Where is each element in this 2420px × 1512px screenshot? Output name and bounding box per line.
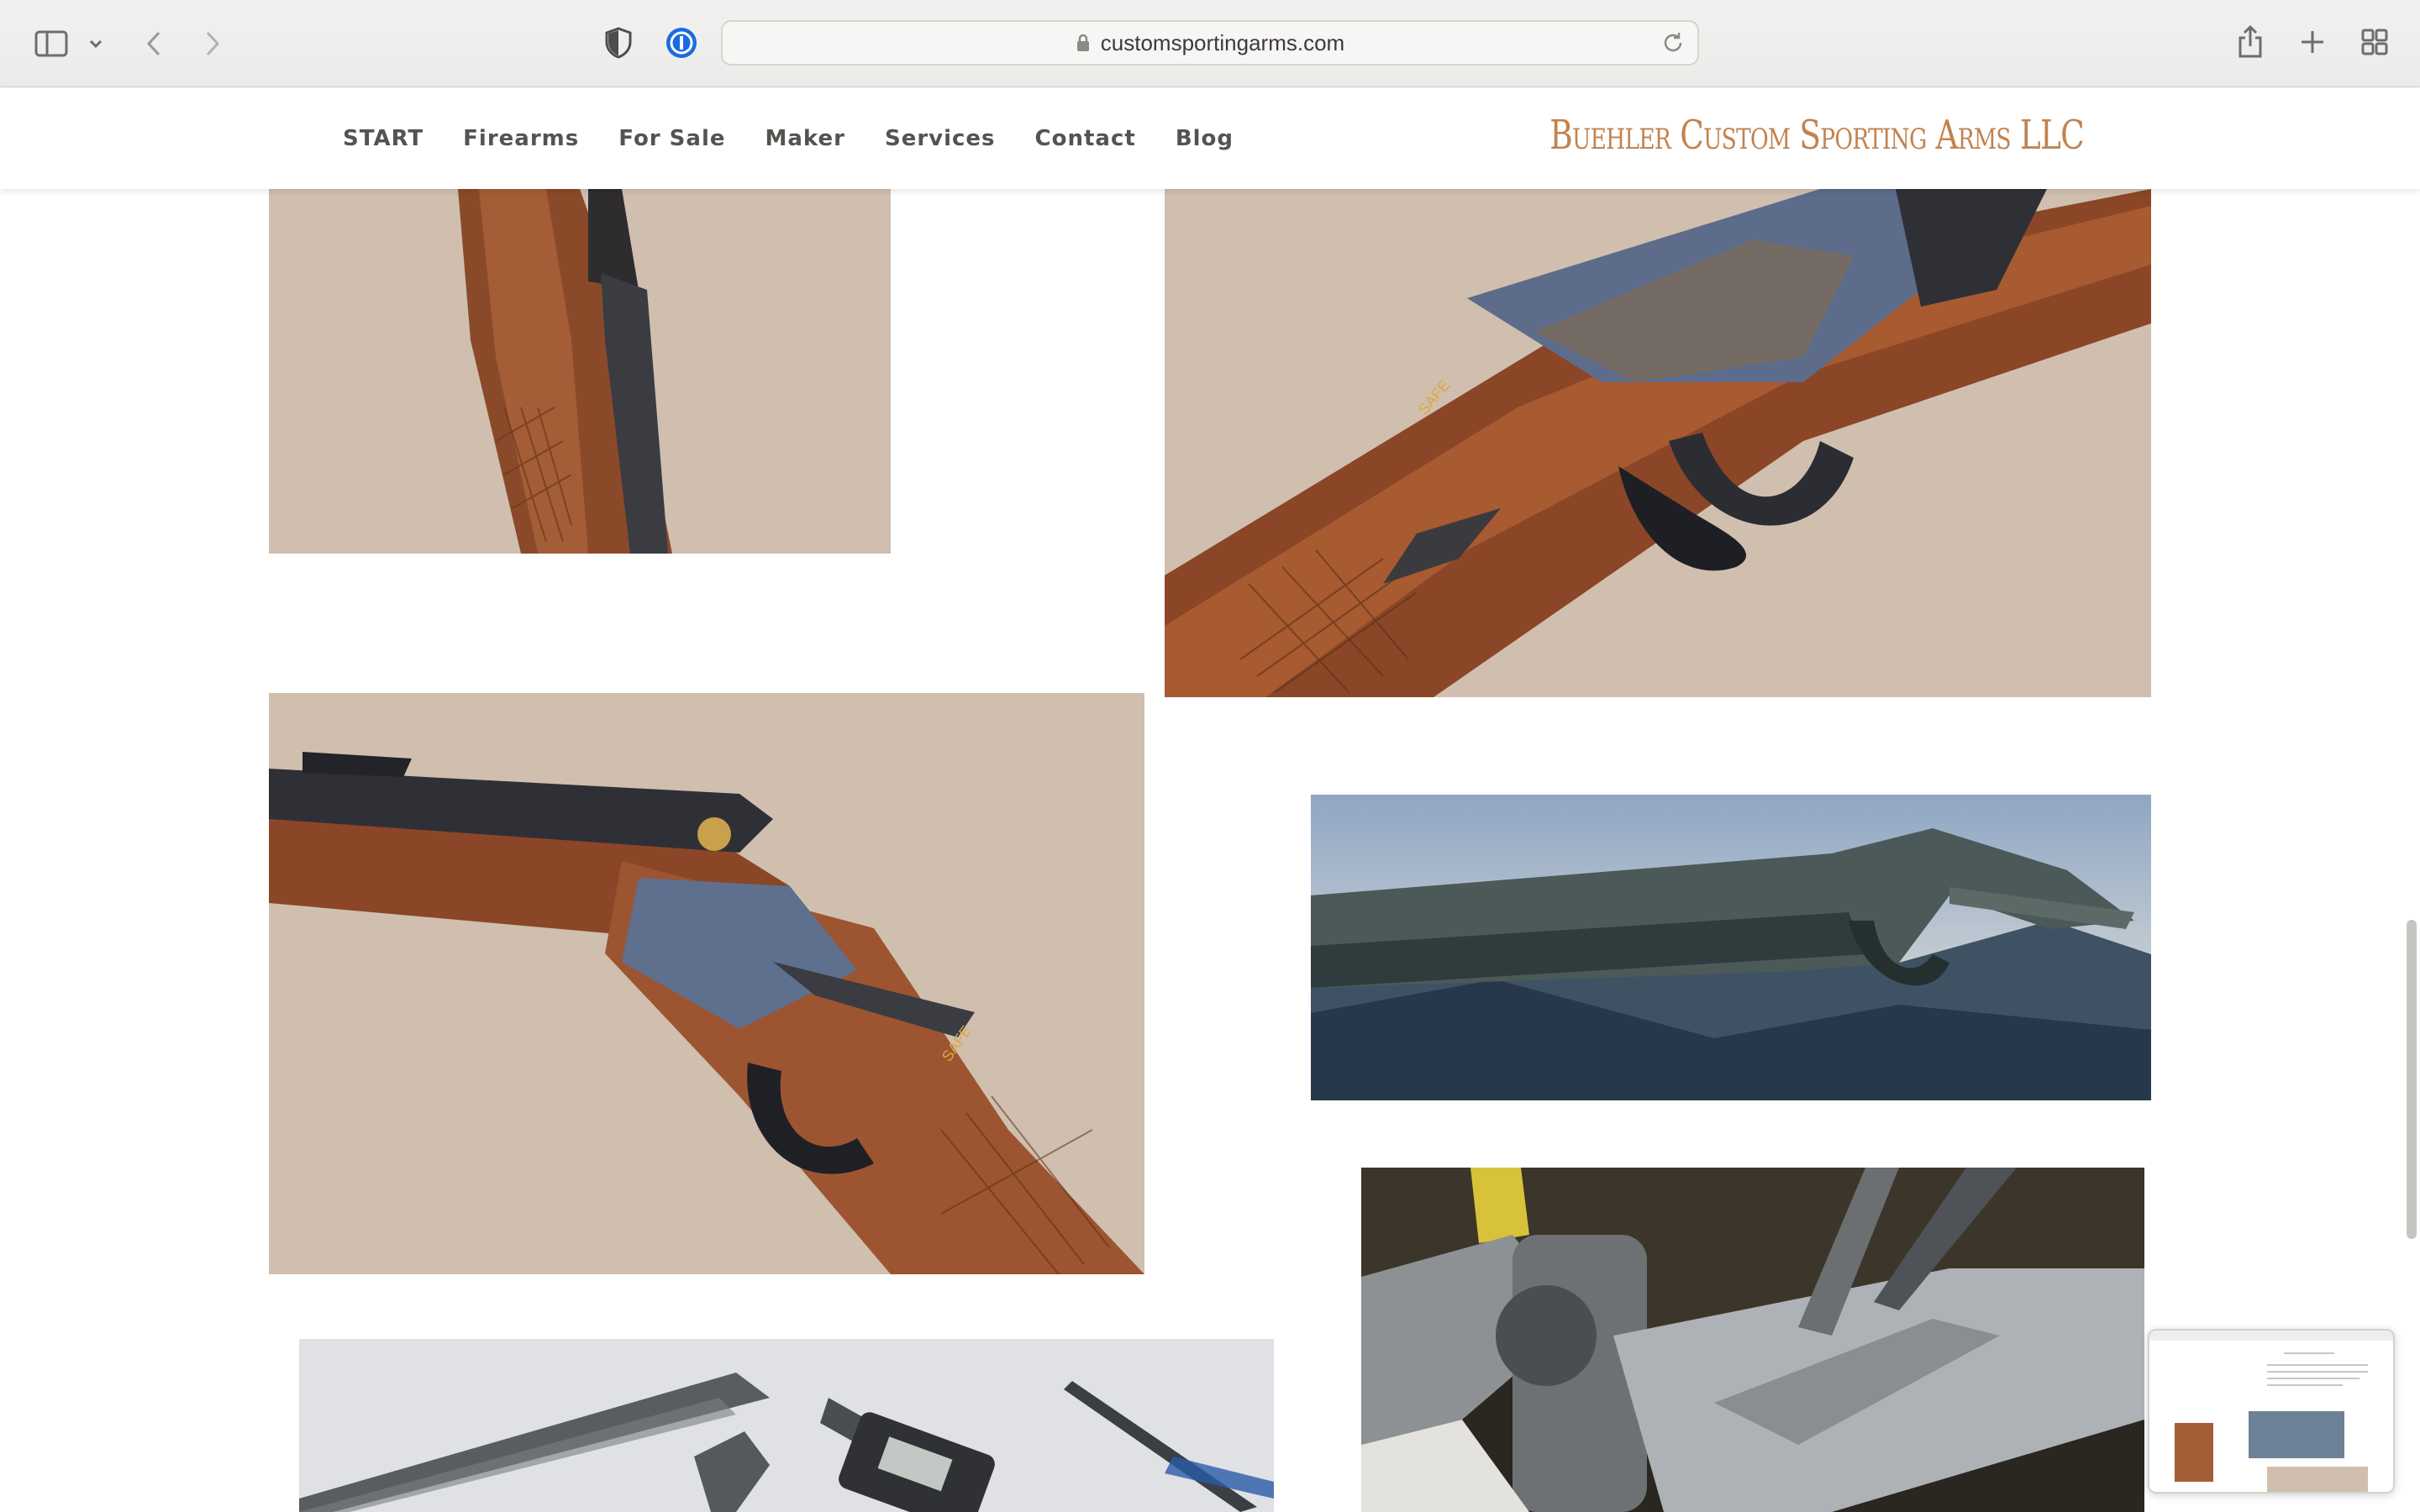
site-header: START Firearms For Sale Maker Services C… <box>0 88 2420 189</box>
gallery-photo-engraved-action[interactable]: SAFE <box>1165 189 2151 697</box>
share-icon[interactable] <box>2233 24 2267 60</box>
shield-icon[interactable] <box>603 25 634 60</box>
nav-contact[interactable]: Contact <box>1035 126 1136 151</box>
gallery-photo-caliper[interactable] <box>299 1339 1274 1512</box>
new-tab-icon[interactable] <box>2296 25 2329 59</box>
nav-for-sale[interactable]: For Sale <box>618 126 725 151</box>
back-icon[interactable] <box>141 27 166 60</box>
lock-icon <box>1076 33 1091 53</box>
site-logo[interactable]: Buehler Custom Sporting Arms LLC <box>1549 112 2084 159</box>
gallery-photo-open-action[interactable]: SAFE <box>269 693 1144 1274</box>
nav-blog[interactable]: Blog <box>1176 126 1234 151</box>
sidebar-icon[interactable] <box>32 27 71 60</box>
address-bar[interactable]: customsportingarms.com <box>721 20 1699 66</box>
tab-overview-icon[interactable] <box>2358 25 2391 59</box>
gallery-photo-action-mountains[interactable] <box>1311 795 2151 1100</box>
page-scrollbar[interactable] <box>2407 920 2417 1239</box>
nav-firearms[interactable]: Firearms <box>463 126 579 151</box>
reload-icon[interactable] <box>1660 30 1686 55</box>
browser-toolbar: customsportingarms.com <box>0 0 2420 87</box>
url-text: customsportingarms.com <box>1100 29 1345 55</box>
nav-services[interactable]: Services <box>885 126 996 151</box>
chevron-down-icon[interactable] <box>84 30 108 57</box>
screenshot-thumbnail[interactable] <box>2148 1329 2395 1494</box>
main-nav: START Firearms For Sale Maker Services C… <box>343 88 1273 189</box>
gallery-photo-workshop[interactable] <box>1361 1168 2144 1512</box>
password-manager-icon[interactable] <box>664 25 699 60</box>
nav-start[interactable]: START <box>343 126 424 151</box>
gallery-photo-stock-vertical[interactable] <box>269 189 891 554</box>
forward-icon[interactable] <box>200 27 225 60</box>
nav-maker[interactable]: Maker <box>765 126 845 151</box>
